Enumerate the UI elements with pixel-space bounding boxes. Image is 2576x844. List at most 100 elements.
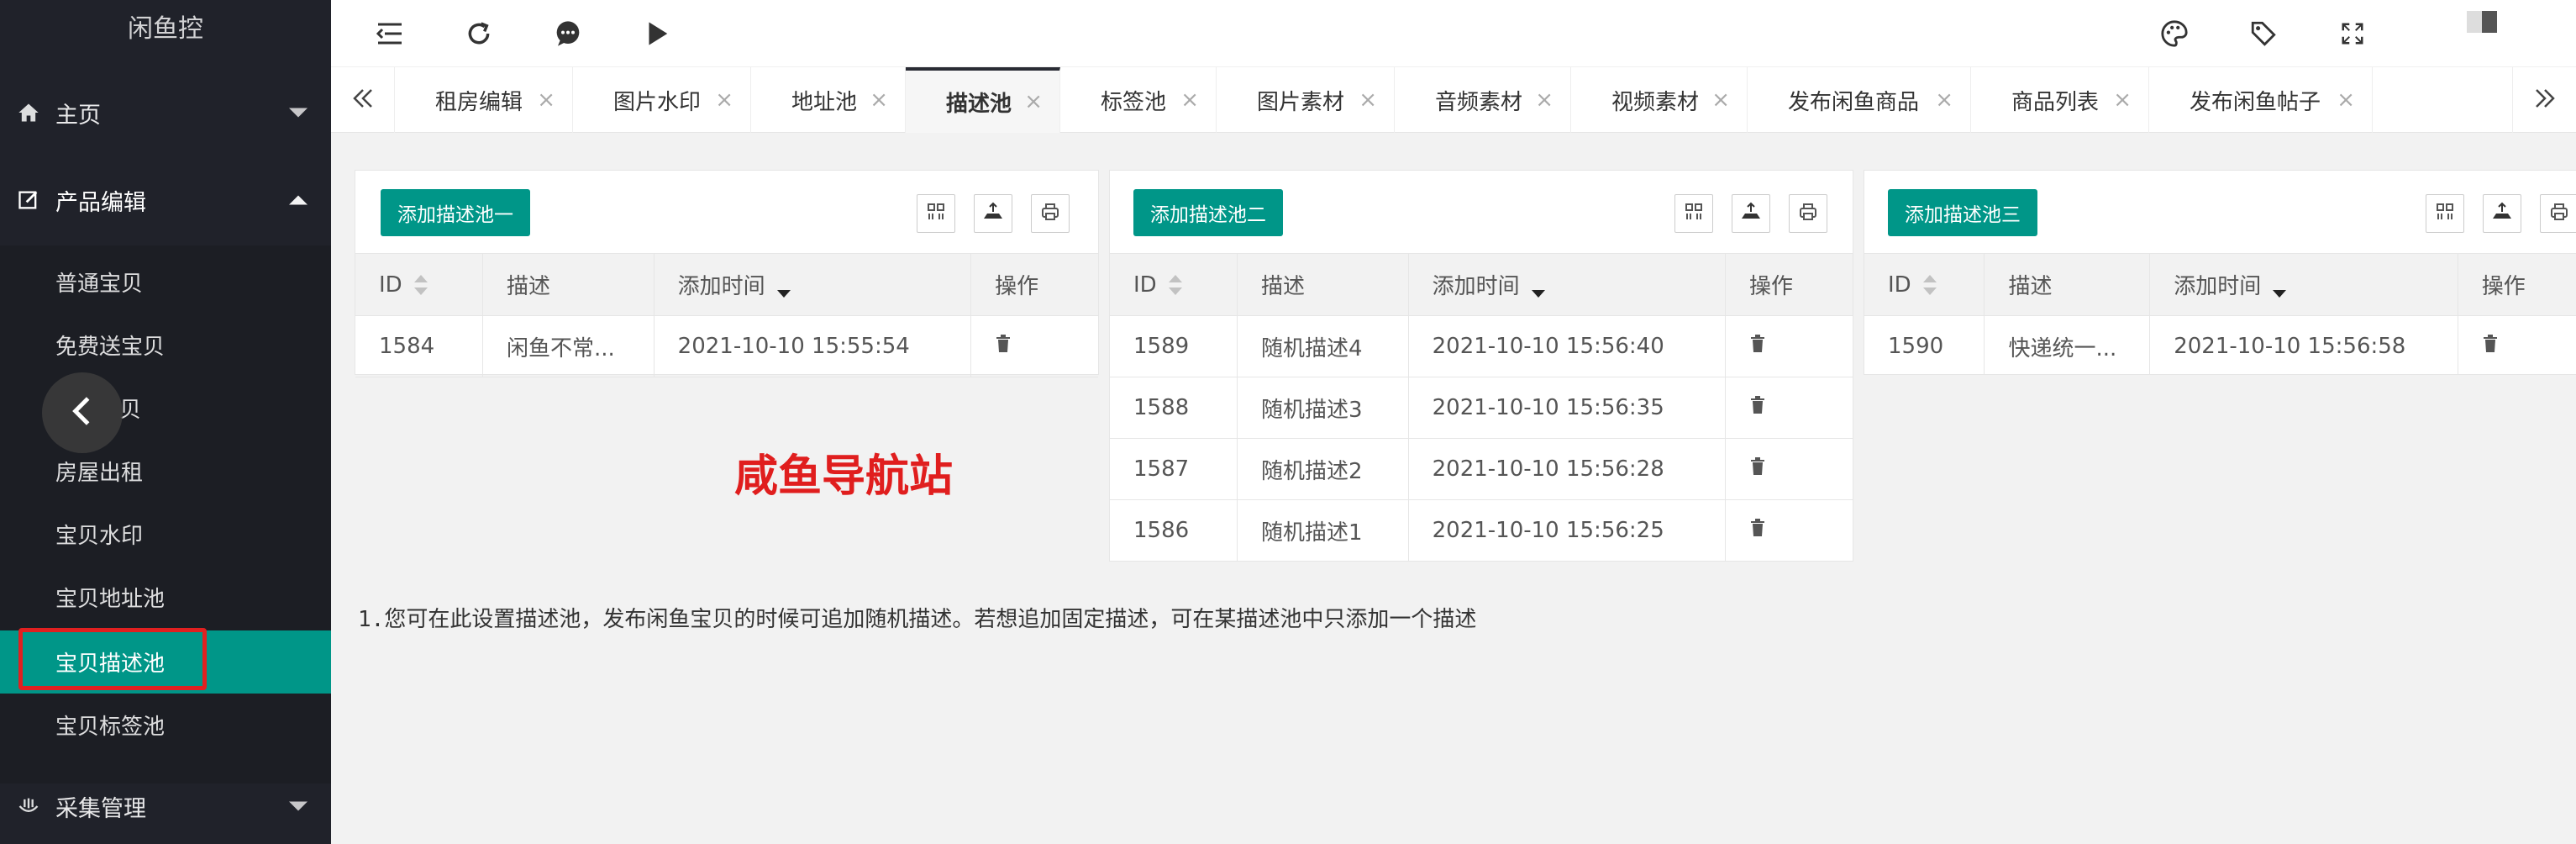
export-button[interactable] bbox=[974, 194, 1012, 233]
watermark-text: 咸鱼导航站 bbox=[734, 451, 954, 502]
column-header-desc: 描述 bbox=[482, 253, 655, 316]
close-icon[interactable]: × bbox=[1180, 87, 1199, 113]
column-header-id[interactable]: ID bbox=[1864, 253, 1985, 316]
columns-toggle-button[interactable] bbox=[2426, 194, 2464, 233]
tab-goods-list[interactable]: 商品列表 × bbox=[1971, 67, 2149, 133]
column-header-time[interactable]: 添加时间 bbox=[1408, 253, 1727, 316]
tab-label: 描述池 bbox=[946, 91, 1012, 117]
tab-rental-edit[interactable]: 租房编辑 × bbox=[395, 67, 573, 133]
columns-icon bbox=[2435, 202, 2455, 225]
theme-icon[interactable] bbox=[2156, 15, 2193, 52]
print-button[interactable] bbox=[1789, 194, 1827, 233]
sort-desc-icon[interactable] bbox=[1531, 277, 1545, 298]
export-button[interactable] bbox=[2483, 194, 2521, 233]
trash-icon[interactable] bbox=[1749, 518, 1766, 543]
tab-label: 地址池 bbox=[791, 89, 858, 115]
app-logo[interactable]: 闲鱼控 bbox=[0, 0, 331, 59]
close-icon[interactable]: × bbox=[1024, 89, 1043, 114]
header-label: 添加时间 bbox=[1432, 274, 1520, 299]
add-pool-1-button[interactable]: 添加描述池一 bbox=[381, 189, 530, 236]
print-button[interactable] bbox=[1031, 194, 1070, 233]
header-label: ID bbox=[1133, 272, 1157, 298]
export-icon bbox=[2491, 202, 2513, 225]
sidebar-item-label: 采集管理 bbox=[55, 795, 146, 822]
refresh-icon[interactable] bbox=[460, 15, 497, 52]
sidebar-item-home[interactable]: 主页 bbox=[0, 72, 331, 153]
tag-icon[interactable] bbox=[2245, 15, 2282, 52]
close-icon[interactable]: × bbox=[1935, 87, 1953, 113]
tab-audio-assets[interactable]: 音频素材 × bbox=[1395, 67, 1571, 133]
close-icon[interactable]: × bbox=[2113, 87, 2132, 113]
sidebar-subitem[interactable]: 普通宝贝 bbox=[0, 251, 331, 314]
description-pool-panel-3: 添加描述池三 ID 描述 添加时间 操作 1590 快递统一... 2021-1… bbox=[1864, 170, 2576, 375]
trash-icon[interactable] bbox=[995, 334, 1012, 359]
table-row: 1587 随机描述2 2021-10-10 15:56:28 bbox=[1110, 438, 1853, 500]
sidebar-item-product-edit[interactable]: 产品编辑 bbox=[0, 160, 331, 240]
tab-scroll-right-button[interactable] bbox=[2512, 67, 2576, 133]
tab-address-pool[interactable]: 地址池 × bbox=[751, 67, 906, 133]
sidebar-subitem[interactable]: 宝贝水印 bbox=[0, 503, 331, 566]
cell-time: 2021-10-10 15:55:54 bbox=[654, 315, 972, 377]
play-icon[interactable] bbox=[639, 15, 676, 52]
cell-desc: 随机描述3 bbox=[1237, 377, 1409, 439]
column-header-action: 操作 bbox=[2458, 253, 2576, 316]
tab-scroll-left-button[interactable] bbox=[331, 67, 395, 133]
tab-label: 图片水印 bbox=[613, 89, 702, 115]
back-button[interactable] bbox=[42, 372, 123, 453]
header-label: ID bbox=[1888, 272, 1911, 298]
table-row: 1589 随机描述4 2021-10-10 15:56:40 bbox=[1110, 315, 1853, 377]
sidebar-subitem[interactable]: 宝贝标签池 bbox=[0, 694, 331, 757]
cell-time: 2021-10-10 15:56:28 bbox=[1408, 438, 1727, 500]
sidebar-subitem[interactable]: 宝贝地址池 bbox=[0, 566, 331, 629]
sidebar-subitem[interactable]: 免费送宝贝 bbox=[0, 314, 331, 377]
menu-collapse-icon[interactable] bbox=[371, 15, 408, 52]
columns-toggle-button[interactable] bbox=[1674, 194, 1713, 233]
tab-description-pool[interactable]: 描述池 × bbox=[906, 67, 1060, 133]
tab-tag-pool[interactable]: 标签池 × bbox=[1060, 67, 1217, 133]
column-header-id[interactable]: ID bbox=[355, 253, 484, 316]
sidebar-item-collect[interactable]: 采集管理 bbox=[0, 768, 331, 844]
tab-publish-goods[interactable]: 发布闲鱼商品 × bbox=[1748, 67, 1971, 133]
sidebar-subitem[interactable]: 房屋出租 bbox=[0, 440, 331, 503]
close-icon[interactable]: × bbox=[715, 87, 733, 113]
tab-image-watermark[interactable]: 图片水印 × bbox=[573, 67, 751, 133]
close-icon[interactable]: × bbox=[870, 87, 888, 113]
sort-icon[interactable] bbox=[1922, 274, 1937, 296]
sort-icon[interactable] bbox=[1168, 274, 1182, 296]
column-header-id[interactable]: ID bbox=[1110, 253, 1238, 316]
tab-image-assets[interactable]: 图片素材 × bbox=[1217, 67, 1395, 133]
sort-desc-icon[interactable] bbox=[2273, 277, 2287, 298]
note-prefix: 1. bbox=[358, 607, 385, 632]
trash-icon[interactable] bbox=[1749, 456, 1766, 482]
sort-desc-icon[interactable] bbox=[776, 277, 791, 298]
export-button[interactable] bbox=[1732, 194, 1770, 233]
close-icon[interactable]: × bbox=[537, 87, 555, 113]
column-header-time[interactable]: 添加时间 bbox=[2149, 253, 2458, 316]
help-note: 1.您可在此设置描述池，发布闲鱼宝贝的时候可追加随机描述。若想追加固定描述，可在… bbox=[358, 602, 1476, 633]
table-header-row: ID 描述 添加时间 操作 bbox=[1864, 253, 2576, 316]
chat-icon[interactable] bbox=[549, 15, 586, 52]
close-icon[interactable]: × bbox=[1535, 87, 1553, 113]
fullscreen-icon[interactable] bbox=[2334, 15, 2371, 52]
close-icon[interactable]: × bbox=[1359, 87, 1377, 113]
add-pool-2-button[interactable]: 添加描述池二 bbox=[1133, 189, 1283, 236]
columns-toggle-button[interactable] bbox=[917, 194, 955, 233]
close-icon[interactable]: × bbox=[2337, 87, 2355, 113]
chevron-up-icon bbox=[289, 195, 308, 205]
user-avatar[interactable] bbox=[2463, 3, 2500, 40]
cell-time: 2021-10-10 15:56:25 bbox=[1408, 499, 1727, 562]
print-button[interactable] bbox=[2540, 194, 2576, 233]
trash-icon[interactable] bbox=[1749, 395, 1766, 420]
sort-icon[interactable] bbox=[413, 274, 428, 296]
trash-icon[interactable] bbox=[1749, 334, 1766, 359]
note-text: 您可在此设置描述池，发布闲鱼宝贝的时候可追加随机描述。若想追加固定描述，可在某描… bbox=[384, 607, 1477, 632]
sidebar-item-label: 产品编辑 bbox=[55, 189, 146, 216]
tab-publish-post[interactable]: 发布闲鱼帖子 × bbox=[2149, 67, 2373, 133]
cell-action bbox=[1725, 315, 1853, 377]
close-icon[interactable]: × bbox=[1711, 87, 1730, 113]
trash-icon[interactable] bbox=[2482, 334, 2499, 359]
column-header-time[interactable]: 添加时间 bbox=[654, 253, 972, 316]
column-header-action: 操作 bbox=[970, 253, 1098, 316]
add-pool-3-button[interactable]: 添加描述池三 bbox=[1888, 189, 2037, 236]
tab-video-assets[interactable]: 视频素材 × bbox=[1571, 67, 1748, 133]
